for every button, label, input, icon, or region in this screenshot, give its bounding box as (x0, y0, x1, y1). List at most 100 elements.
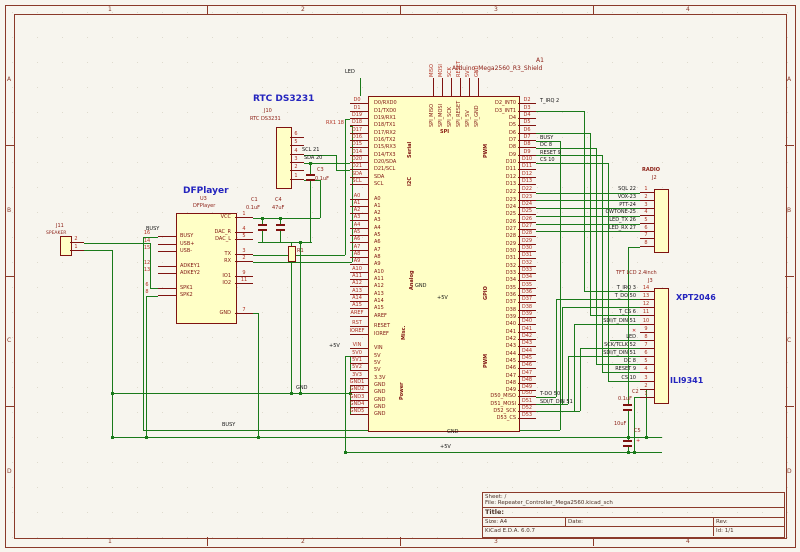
pin-number: D46 (518, 363, 536, 368)
pin-name: D12 (456, 175, 516, 180)
junction-dot (633, 451, 636, 454)
pin-number: 3 (640, 203, 652, 208)
pin-name: DAC_L (176, 237, 231, 242)
frame-tick (5, 406, 14, 407)
pin-number: D47 (518, 371, 536, 376)
pin-name: A2 (374, 211, 381, 216)
pin (235, 261, 253, 262)
net-label-gnd-bottom: GND (447, 430, 458, 435)
pin-number: D37 (518, 297, 536, 302)
pin-name: D0/RXD0 (374, 101, 397, 106)
pin-name: A1 (374, 204, 381, 209)
pin-name: D32 (456, 264, 516, 269)
pin-name: D53_CS (456, 416, 516, 421)
junction-dot (257, 436, 260, 439)
pin-number: 9 (235, 271, 253, 276)
pin-number: D23 (518, 195, 536, 200)
net-label: DC 8 (540, 143, 552, 148)
pin (158, 273, 176, 274)
pin-row: RX2 (176, 258, 290, 265)
pin-number: D11 (518, 164, 536, 169)
pin (640, 324, 654, 325)
pin-name: D37 (456, 300, 516, 305)
pin-number: 2 (70, 237, 82, 242)
pin-name: D9 (456, 153, 516, 158)
pin-name: D4 (456, 116, 516, 121)
pin-name: D35 (456, 286, 516, 291)
pin-number: D9 (518, 150, 536, 155)
pin-number: D30 (518, 246, 536, 251)
frame-tick (400, 5, 401, 14)
net-label: DC 8 (540, 359, 636, 364)
junction-dot (111, 392, 114, 395)
pin-number: D6 (518, 128, 536, 133)
pin-number: 5 (290, 140, 302, 145)
frame-col-label: 4 (686, 538, 690, 545)
frame-row-label: A (7, 76, 11, 83)
wire (345, 452, 662, 453)
pin-name: RESET (374, 324, 390, 329)
net-label: CWTONE-25 (540, 210, 636, 215)
pin-name: A7 (374, 248, 381, 253)
pin-name: D36 (456, 293, 516, 298)
schematic-canvas[interactable]: 1 2 3 4 1 2 3 4 A B C D A B C D (0, 0, 800, 552)
pin-name: AREF (374, 314, 387, 319)
net-label: LED_RX 27 (540, 226, 636, 231)
pin-name: D27 (456, 227, 516, 232)
pin-number: 12 (138, 261, 156, 266)
pin-name: A4 (374, 226, 381, 231)
net-label: SDI/T_DIN 51 (540, 319, 636, 324)
net-label: VOX-23 (540, 195, 636, 200)
c3-reference: C3 (317, 168, 324, 173)
capacitor-plate (623, 445, 632, 447)
pin (235, 313, 253, 314)
pin-name: GND (374, 383, 385, 388)
pin-name: A9 (374, 262, 381, 267)
net-label: MISO (430, 64, 435, 77)
pin (640, 315, 654, 316)
pin (640, 200, 654, 201)
pin (640, 356, 654, 357)
rtc-reference: J10 (264, 109, 272, 114)
pin-name: D52_SCK (456, 409, 516, 414)
pin-number: D36 (518, 290, 536, 295)
pin-number: D22 (518, 187, 536, 192)
pin-row (176, 288, 290, 295)
pin (350, 316, 368, 317)
dfplayer-reference: U3 (200, 197, 207, 202)
pin-row: 1 (540, 394, 668, 402)
pin (640, 340, 654, 341)
frame-col-label: 4 (686, 6, 690, 13)
pin-name: 5V (374, 368, 381, 373)
pin-number: 1 (235, 212, 253, 217)
net-label: RESET (457, 61, 462, 77)
pin-name: D11 (456, 167, 516, 172)
pin-number: 1 (70, 245, 82, 250)
pin-name: A15 (374, 306, 384, 311)
frame-row-label: B (787, 207, 791, 214)
frame-row-label: B (7, 207, 11, 214)
pin-name: GND (374, 398, 385, 403)
net-label: SQL 22 (540, 187, 636, 192)
frame-tick (5, 276, 14, 277)
id-field: Id: 1/1 (714, 527, 784, 536)
pin-row: TX3 (176, 251, 290, 258)
j3-reference: J3 (648, 279, 653, 284)
c2-reference: C2 (632, 390, 639, 395)
pin (290, 162, 304, 163)
pin-number: D24 (518, 202, 536, 207)
c1-reference: C1 (251, 198, 258, 203)
pin (640, 348, 654, 349)
frame-tick (785, 145, 794, 146)
pin-name: D43 (456, 344, 516, 349)
pin-name: D42 (456, 337, 516, 342)
pin-number: D8 (518, 142, 536, 147)
net-label-busy-bottom: BUSY (222, 423, 235, 428)
pin-name: VIN (374, 346, 383, 351)
net-label: SCK/TCLK 52 (540, 343, 636, 348)
net-label: T_IRQ 3 (540, 286, 636, 291)
frame-tick (785, 276, 794, 277)
j2-pins: SQL 221VOX-232PTT-243CWTONE-254LED_TX 26… (540, 189, 668, 251)
net-label-led-top: LED (345, 70, 355, 75)
pin-name: SDA (374, 175, 384, 180)
